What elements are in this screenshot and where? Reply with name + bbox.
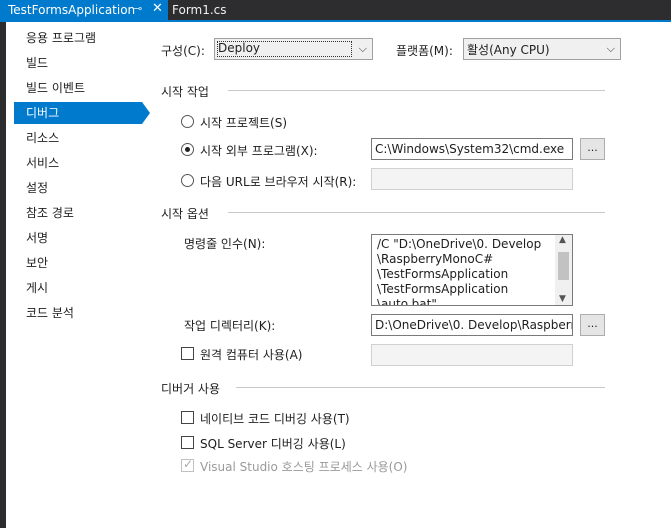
start-action-header: 시작 작업 (161, 85, 209, 99)
remote-machine-label: 원격 컴퓨터 사용(A) (200, 348, 303, 362)
close-icon[interactable]: ✕ (152, 1, 163, 16)
scroll-thumb[interactable] (558, 252, 569, 280)
tab-testformsapplication[interactable]: TestFormsApplication ⊸ ✕ (0, 0, 168, 20)
chevron-down-icon: ⌵ (358, 42, 367, 55)
external-program-input[interactable]: C:\Windows\System32\cmd.exe (371, 138, 573, 160)
sql-debugging-label: SQL Server 디버깅 사용(L) (200, 437, 346, 451)
native-debugging-label: 네이티브 코드 디버깅 사용(T) (200, 412, 350, 426)
args-label: 명령줄 인수(N): (184, 237, 266, 251)
radio-start-external-program[interactable] (181, 143, 194, 156)
sidebar-item-publish[interactable]: 게시 (14, 277, 134, 299)
platform-label: 플랫폼(M): (396, 44, 453, 58)
sidebar-item-code-analysis[interactable]: 코드 분석 (14, 302, 134, 324)
tab-title: Form1.cs (172, 3, 227, 17)
vs-hosting-label: Visual Studio 호스팅 프로세스 사용(O) (200, 460, 408, 474)
sidebar-item-resources[interactable]: 리소스 (14, 127, 134, 149)
args-line: /C "D:\OneDrive\0. Develop (377, 237, 542, 251)
external-program-value: C:\Windows\System32\cmd.exe (375, 142, 565, 156)
browse-workdir-button[interactable]: ... (580, 314, 605, 336)
checkbox-remote-machine[interactable] (181, 347, 194, 360)
radio-start-project[interactable] (181, 115, 194, 128)
checkbox-vs-hosting-process[interactable] (181, 457, 194, 472)
pin-icon[interactable]: ⊸ (133, 2, 142, 15)
sidebar-item-reference-paths[interactable]: 참조 경로 (14, 202, 134, 224)
sidebar-item-build-events[interactable]: 빌드 이벤트 (14, 77, 134, 99)
url-input[interactable] (371, 168, 573, 190)
start-external-label: 시작 외부 프로그램(X): (200, 144, 318, 158)
remote-machine-input[interactable] (371, 344, 573, 366)
divider (228, 212, 605, 213)
working-directory-input[interactable]: D:\OneDrive\0. Develop\RaspberryMonoC# (371, 314, 573, 336)
checkbox-sql-server-debugging[interactable] (181, 436, 194, 449)
args-line: \RaspberryMonoC# (377, 252, 494, 266)
sidebar-item-build[interactable]: 빌드 (14, 52, 134, 74)
divider (236, 387, 605, 388)
args-line: \auto.bat" (377, 297, 437, 306)
debuggers-header: 디버거 사용 (161, 382, 221, 396)
document-tab-strip: TestFormsApplication ⊸ ✕ Form1.cs (0, 0, 671, 20)
tab-form1-cs[interactable]: Form1.cs (168, 0, 248, 20)
platform-value: 활성(Any CPU) (467, 43, 550, 57)
tab-title: TestFormsApplication (8, 3, 136, 17)
config-label: 구성(C): (161, 44, 205, 58)
sidebar-item-application[interactable]: 응용 프로그램 (14, 27, 134, 49)
sidebar-item-signing[interactable]: 서명 (14, 227, 134, 249)
start-url-label: 다음 URL로 브라우저 시작(R): (200, 175, 357, 189)
scroll-down-icon[interactable]: ▼ (559, 294, 566, 304)
start-options-header: 시작 옵션 (161, 207, 209, 221)
sidebar-item-debug[interactable]: 디버그 (14, 102, 150, 124)
checkbox-native-code-debugging[interactable] (181, 411, 194, 424)
command-line-args-textarea[interactable]: /C "D:\OneDrive\0. Develop \RaspberryMon… (371, 234, 573, 306)
config-select[interactable]: Deploy ⌵ (214, 38, 373, 60)
sidebar-item-services[interactable]: 서비스 (14, 152, 134, 174)
args-line: \TestFormsApplication (377, 282, 509, 296)
radio-start-url[interactable] (181, 174, 194, 187)
platform-select[interactable]: 활성(Any CPU) ⌵ (463, 38, 621, 60)
workdir-label: 작업 디렉터리(K): (184, 319, 276, 333)
chevron-down-icon: ⌵ (606, 42, 615, 55)
scroll-up-icon[interactable]: ▲ (559, 235, 566, 245)
args-line: \TestFormsApplication (377, 267, 509, 281)
divider (228, 90, 605, 91)
sidebar-item-settings[interactable]: 설정 (14, 177, 134, 199)
args-lines: /C "D:\OneDrive\0. Develop \RaspberryMon… (377, 237, 557, 306)
project-properties-panel: 응용 프로그램 빌드 빌드 이벤트 디버그 리소스 서비스 설정 참조 경로 서… (6, 22, 671, 528)
browse-external-button[interactable]: ... (580, 138, 605, 160)
sidebar-item-security[interactable]: 보안 (14, 252, 134, 274)
working-directory-value: D:\OneDrive\0. Develop\RaspberryMonoC# (375, 318, 572, 332)
focus-rect (217, 41, 352, 57)
vertical-scrollbar[interactable]: ▲ ▼ (555, 235, 572, 305)
start-project-label: 시작 프로젝트(S) (200, 116, 288, 130)
